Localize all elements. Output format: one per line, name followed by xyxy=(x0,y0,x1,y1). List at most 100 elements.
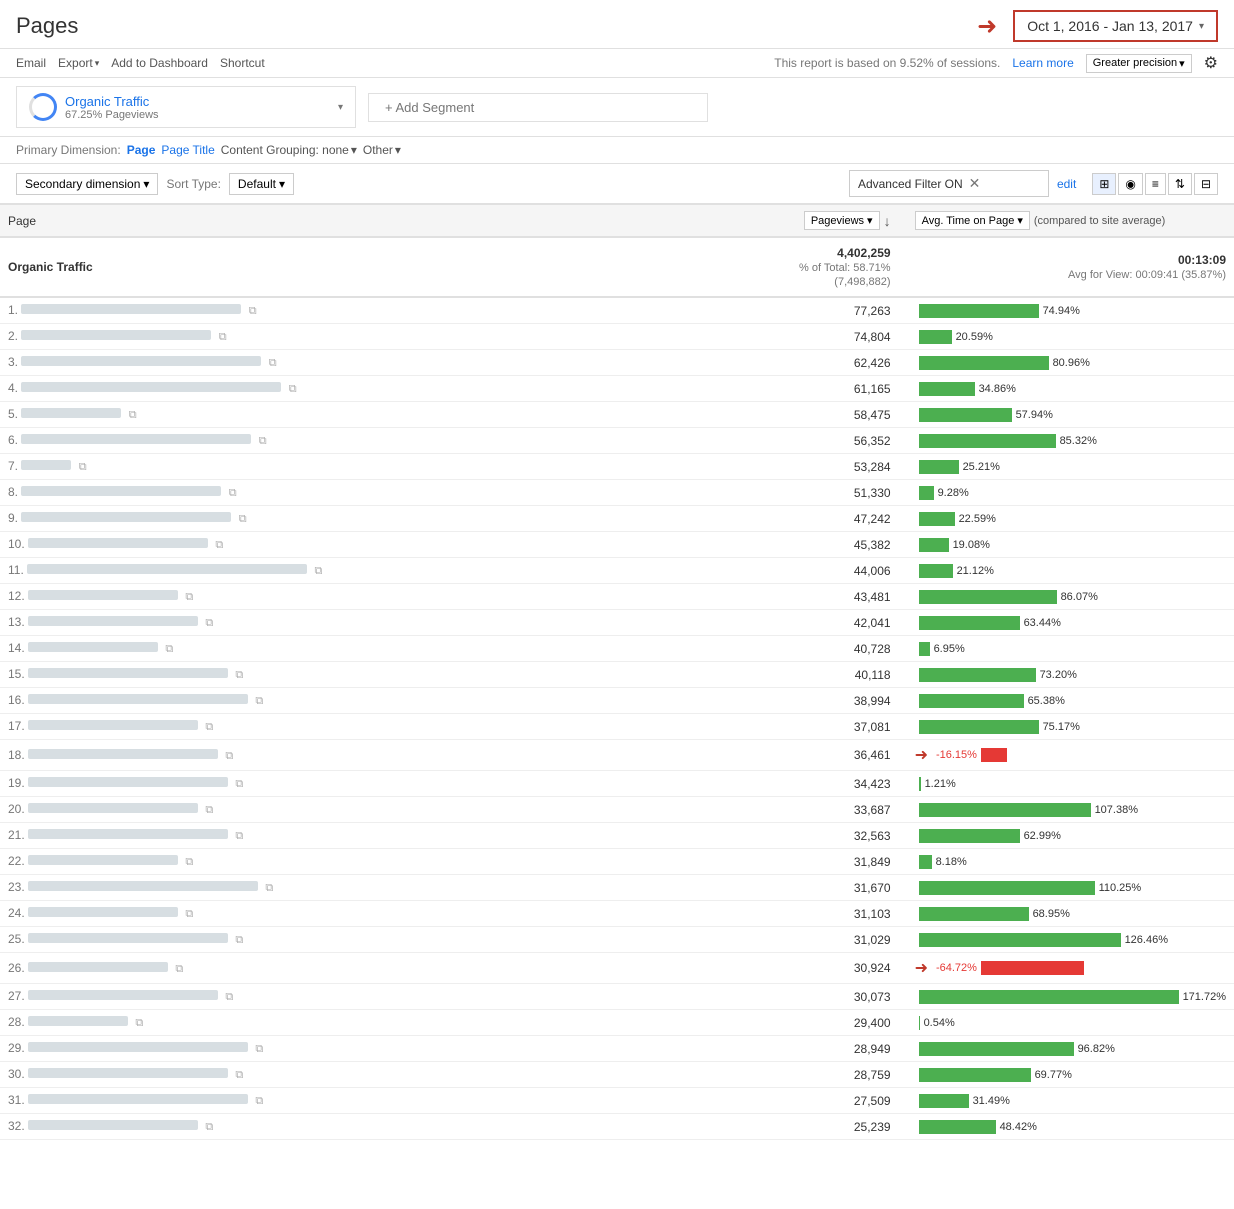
bar-cell: 6.95% xyxy=(915,642,1226,656)
add-segment-button[interactable]: + Add Segment xyxy=(368,93,708,122)
add-to-dashboard-button[interactable]: Add to Dashboard xyxy=(111,56,208,70)
external-link-icon[interactable]: ⧉ xyxy=(79,461,87,473)
other-dropdown[interactable]: Other ▾ xyxy=(363,143,401,157)
bar-visual xyxy=(919,1068,1031,1082)
external-link-icon[interactable]: ⧉ xyxy=(175,963,183,975)
external-link-icon[interactable]: ⧉ xyxy=(265,882,273,894)
external-link-icon[interactable]: ⧉ xyxy=(259,435,267,447)
external-link-icon[interactable]: ⧉ xyxy=(225,750,233,762)
segment-caret-icon[interactable]: ▾ xyxy=(338,102,343,113)
external-link-icon[interactable]: ⧉ xyxy=(185,591,193,603)
bar-pct-label: 68.95% xyxy=(1033,908,1070,920)
filter-edit-link[interactable]: edit xyxy=(1057,177,1076,191)
secondary-dimension-button[interactable]: Secondary dimension ▾ xyxy=(16,173,158,195)
external-link-icon[interactable]: ⧉ xyxy=(235,934,243,946)
segment-circle-icon xyxy=(29,93,57,121)
bar-cell: 48.42% xyxy=(915,1120,1226,1134)
bar-visual xyxy=(919,1094,969,1108)
external-link-icon[interactable]: ⧉ xyxy=(239,513,247,525)
pageviews-dropdown[interactable]: Pageviews ▾ xyxy=(804,211,880,230)
page-url-bar xyxy=(28,1094,248,1104)
pageviews-cell: 28,949 xyxy=(739,1036,899,1062)
pageviews-cell: 40,728 xyxy=(739,636,899,662)
bar-cell: 63.44% xyxy=(915,616,1226,630)
view-compare-icon[interactable]: ⇅ xyxy=(1168,173,1192,195)
dim-page-link[interactable]: Page xyxy=(127,143,156,157)
external-link-icon[interactable]: ⧉ xyxy=(235,778,243,790)
row-number: 15. xyxy=(8,667,25,681)
avg-time-dropdown[interactable]: Avg. Time on Page ▾ xyxy=(915,211,1030,230)
external-link-icon[interactable]: ⧉ xyxy=(185,856,193,868)
external-link-icon[interactable]: ⧉ xyxy=(219,331,227,343)
view-list-icon[interactable]: ≡ xyxy=(1145,173,1166,195)
filter-clear-button[interactable]: ✕ xyxy=(969,175,981,192)
pageviews-cell: 61,165 xyxy=(739,376,899,402)
avg-time-cell: ➜ -16.15% xyxy=(899,740,1234,771)
bar-cell: 34.86% xyxy=(915,382,1226,396)
date-range-button[interactable]: Oct 1, 2016 - Jan 13, 2017 ▾ xyxy=(1013,10,1218,42)
bar-pct-label: 96.82% xyxy=(1078,1043,1115,1055)
segment-chip[interactable]: Organic Traffic 67.25% Pageviews ▾ xyxy=(16,86,356,128)
avg-time-cell: 22.59% xyxy=(899,506,1234,532)
external-link-icon[interactable]: ⧉ xyxy=(289,383,297,395)
table-row: 9. ⧉ 47,242 22.59% xyxy=(0,506,1234,532)
summary-pageviews: 4,402,259 % of Total: 58.71% (7,498,882) xyxy=(739,237,899,297)
page-cell: 21. ⧉ xyxy=(0,823,739,849)
external-link-icon[interactable]: ⧉ xyxy=(314,565,322,577)
external-link-icon[interactable]: ⧉ xyxy=(129,409,137,421)
row-number: 19. xyxy=(8,776,25,790)
external-link-icon[interactable]: ⧉ xyxy=(229,487,237,499)
external-link-icon[interactable]: ⧉ xyxy=(249,305,257,317)
page-cell: 12. ⧉ xyxy=(0,584,739,610)
external-link-icon[interactable]: ⧉ xyxy=(235,669,243,681)
external-link-icon[interactable]: ⧉ xyxy=(205,1121,213,1133)
view-pie-icon[interactable]: ◉ xyxy=(1118,173,1142,195)
bar-visual xyxy=(919,642,930,656)
external-link-icon[interactable]: ⧉ xyxy=(205,617,213,629)
email-button[interactable]: Email xyxy=(16,56,46,70)
page-url-bar xyxy=(21,382,281,392)
external-link-icon[interactable]: ⧉ xyxy=(205,804,213,816)
page-url-bar xyxy=(28,829,228,839)
bar-visual xyxy=(919,990,1179,1004)
external-link-icon[interactable]: ⧉ xyxy=(255,1095,263,1107)
shortcut-button[interactable]: Shortcut xyxy=(220,56,265,70)
sort-arrow-icon[interactable]: ↓ xyxy=(884,213,891,229)
bar-label: -64.72% xyxy=(936,962,977,974)
table-row: 22. ⧉ 31,849 8.18% xyxy=(0,849,1234,875)
dim-page-title-link[interactable]: Page Title xyxy=(161,143,214,157)
summary-avg-time: 00:13:09 Avg for View: 00:09:41 (35.87%) xyxy=(899,237,1234,297)
bar-pct-label: 107.38% xyxy=(1095,804,1138,816)
bar-cell: 0.54% xyxy=(915,1016,1226,1030)
page-cell: 3. ⧉ xyxy=(0,350,739,376)
sort-type-label: Sort Type: xyxy=(166,177,220,191)
external-link-icon[interactable]: ⧉ xyxy=(215,539,223,551)
precision-button[interactable]: Greater precision ▾ xyxy=(1086,54,1192,73)
page-cell: 17. ⧉ xyxy=(0,714,739,740)
external-link-icon[interactable]: ⧉ xyxy=(165,643,173,655)
page-url-bar xyxy=(28,1016,128,1026)
view-pivot-icon[interactable]: ⊟ xyxy=(1194,173,1218,195)
page-column-header: Page xyxy=(0,205,739,238)
bar-pct-label: 69.77% xyxy=(1035,1069,1072,1081)
page-cell: 29. ⧉ xyxy=(0,1036,739,1062)
sort-type-button[interactable]: Default ▾ xyxy=(229,173,294,195)
export-button[interactable]: Export ▾ xyxy=(58,56,99,70)
external-link-icon[interactable]: ⧉ xyxy=(255,695,263,707)
external-link-icon[interactable]: ⧉ xyxy=(225,991,233,1003)
external-link-icon[interactable]: ⧉ xyxy=(135,1017,143,1029)
page-url-bar xyxy=(21,460,71,470)
content-grouping-dropdown[interactable]: Content Grouping: none ▾ xyxy=(221,143,357,157)
external-link-icon[interactable]: ⧉ xyxy=(235,1069,243,1081)
external-link-icon[interactable]: ⧉ xyxy=(185,908,193,920)
table-row: 12. ⧉ 43,481 86.07% xyxy=(0,584,1234,610)
external-link-icon[interactable]: ⧉ xyxy=(205,721,213,733)
external-link-icon[interactable]: ⧉ xyxy=(235,830,243,842)
learn-more-link[interactable]: Learn more xyxy=(1012,56,1073,70)
settings-icon[interactable]: ⚙ xyxy=(1204,53,1218,73)
table-row: 23. ⧉ 31,670 110.25% xyxy=(0,875,1234,901)
external-link-icon[interactable]: ⧉ xyxy=(269,357,277,369)
external-link-icon[interactable]: ⧉ xyxy=(255,1043,263,1055)
view-table-icon[interactable]: ⊞ xyxy=(1092,173,1116,195)
row-number: 11. xyxy=(8,563,24,577)
